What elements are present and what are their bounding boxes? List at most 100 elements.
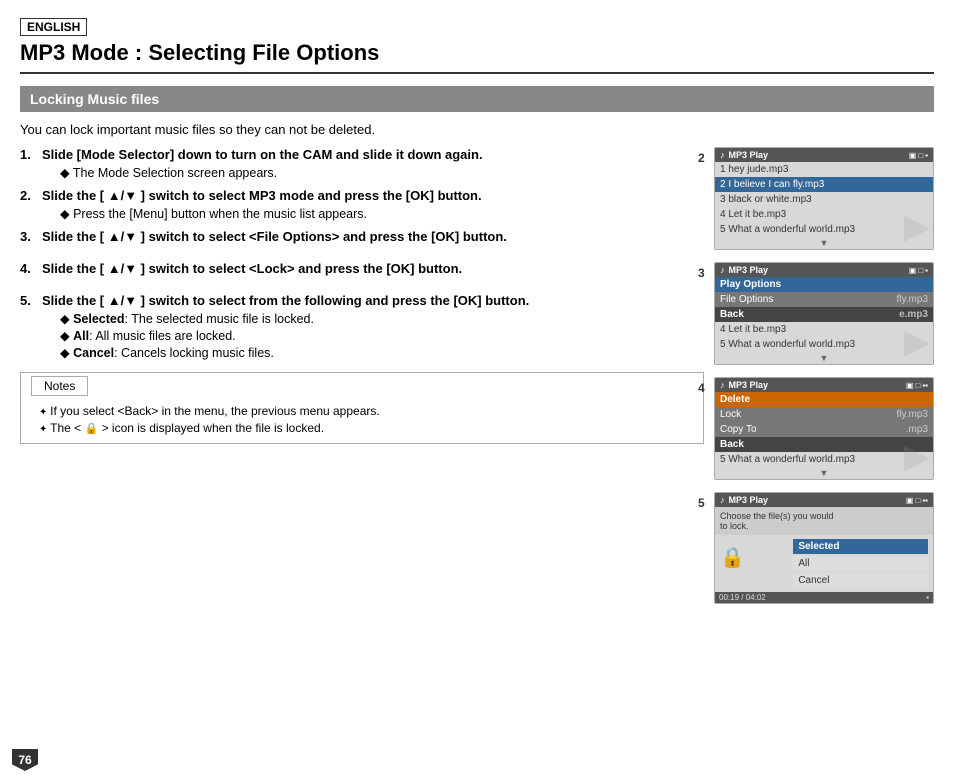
panel-5-number: 5 — [698, 496, 705, 510]
list-item: 5 What a wonderful world.mp3 — [715, 452, 933, 467]
timestamp-5: 00:19 / 04:02 ▪ — [715, 592, 933, 603]
step-1: 1. Slide [Mode Selector] down to turn on… — [20, 147, 704, 180]
section-header: Locking Music files — [20, 86, 934, 112]
file-options-item: File Optionsfly.mp3 — [715, 292, 933, 307]
step-1-content: Slide [Mode Selector] down to turn on th… — [42, 147, 704, 180]
notes-box: Notes If you select <Back> in the menu, … — [20, 372, 704, 444]
notes-item-2: The < 🔒 > icon is displayed when the fil… — [39, 421, 693, 435]
step-3-content: Slide the [ ▲/▼ ] switch to select <File… — [42, 229, 704, 247]
lock-icon-area: 🔒 — [720, 539, 787, 588]
delete-item: Delete — [715, 392, 933, 407]
step-2-bullet-1: Press the [Menu] button when the music l… — [60, 206, 704, 221]
panel-2-icons: ▣ □ ▪ — [909, 151, 928, 160]
lock-icon: 🔒 — [720, 539, 787, 570]
panel-4-number: 4 — [698, 381, 705, 395]
page-number-badge: 76 — [12, 749, 38, 771]
down-arrow-3: ▼ — [715, 352, 933, 364]
notes-item-1: If you select <Back> in the menu, the pr… — [39, 404, 693, 418]
music-note-icon-3: ♪ — [720, 265, 725, 275]
device-panel-2: ♪ MP3 Play ▣ □ ▪ 1 hey jude.mp3 2 I beli… — [714, 147, 934, 250]
step-5-title: Slide the [ ▲/▼ ] switch to select from … — [42, 293, 704, 308]
panel-3-title: ♪ MP3 Play — [720, 265, 768, 275]
lock-options: 🔒 Selected All Cancel — [715, 535, 933, 592]
step-5-content: Slide the [ ▲/▼ ] switch to select from … — [42, 293, 704, 360]
english-tag: ENGLISH — [20, 18, 87, 36]
copy-to-item: Copy To.mp3 — [715, 422, 933, 437]
step-4: 4. Slide the [ ▲/▼ ] switch to select <L… — [20, 261, 704, 279]
step-2-title: Slide the [ ▲/▼ ] switch to select MP3 m… — [42, 188, 704, 203]
panel-2-header: ♪ MP3 Play ▣ □ ▪ — [715, 148, 933, 162]
panel-3-number: 3 — [698, 266, 705, 280]
step-5-bullet-1: Selected: The selected music file is loc… — [60, 311, 704, 326]
content-area: 1. Slide [Mode Selector] down to turn on… — [20, 147, 934, 610]
list-item: 2 I believe I can fly.mp3 — [715, 177, 933, 192]
step-1-number: 1. — [20, 147, 38, 180]
panel-5-header: ♪ MP3 Play ▣ □ ▪▪ — [715, 493, 933, 507]
panel-5-inner: Choose the file(s) you wouldto lock. 🔒 S… — [715, 507, 933, 603]
panel-3-icons: ▣ □ ▪ — [909, 266, 928, 275]
panel-3-wrapper: 3 ♪ MP3 Play ▣ □ ▪ Play — [714, 262, 934, 365]
panel-3-header: ♪ MP3 Play ▣ □ ▪ — [715, 263, 933, 277]
step-3: 3. Slide the [ ▲/▼ ] switch to select <F… — [20, 229, 704, 247]
down-arrow-2: ▼ — [715, 237, 933, 249]
step-2: 2. Slide the [ ▲/▼ ] switch to select MP… — [20, 188, 704, 221]
page: ENGLISH MP3 Mode : Selecting File Option… — [0, 0, 954, 779]
right-column: 2 ♪ MP3 Play ▣ □ ▪ 1 he — [714, 147, 934, 610]
step-1-bullet-1: The Mode Selection screen appears. — [60, 165, 704, 180]
panel-2-title: ♪ MP3 Play — [720, 150, 768, 160]
list-item: 1 hey jude.mp3 — [715, 162, 933, 177]
panel-5-wrapper: 5 ♪ MP3 Play ▣ □ ▪▪ Choo — [714, 492, 934, 604]
all-item: All — [793, 556, 928, 571]
step-5-bullet-2: All: All music files are locked. — [60, 328, 704, 343]
notes-header: Notes — [31, 376, 88, 396]
list-item: 5 What a wonderful world.mp3 — [715, 337, 933, 352]
panel-3-inner: Play Options File Optionsfly.mp3 Backe.m… — [715, 277, 933, 364]
music-note-icon-5: ♪ — [720, 495, 725, 505]
panel-2-inner: 1 hey jude.mp3 2 I believe I can fly.mp3… — [715, 162, 933, 249]
list-item: 4 Let it be.mp3 — [715, 322, 933, 337]
intro-text: You can lock important music files so th… — [20, 122, 934, 137]
panel-5-icons: ▣ □ ▪▪ — [906, 496, 928, 505]
step-5: 5. Slide the [ ▲/▼ ] switch to select fr… — [20, 293, 704, 360]
step-2-content: Slide the [ ▲/▼ ] switch to select MP3 m… — [42, 188, 704, 221]
page-title: MP3 Mode : Selecting File Options — [20, 40, 934, 74]
step-4-title: Slide the [ ▲/▼ ] switch to select <Lock… — [42, 261, 704, 276]
step-2-number: 2. — [20, 188, 38, 221]
step-5-bullet-3: Cancel: Cancels locking music files. — [60, 345, 704, 360]
device-panel-5: ♪ MP3 Play ▣ □ ▪▪ Choose the file(s) you… — [714, 492, 934, 604]
music-note-icon-2: ♪ — [720, 150, 725, 160]
watermark-3: ▶ — [904, 322, 929, 360]
selected-item: Selected — [793, 539, 928, 554]
options-play-item: Play Options — [715, 277, 933, 292]
watermark-4: ▶ — [904, 437, 929, 475]
back-item-3: Backe.mp3 — [715, 307, 933, 322]
choose-text: Choose the file(s) you wouldto lock. — [715, 507, 933, 535]
device-panel-3: ♪ MP3 Play ▣ □ ▪ Play Options File Optio… — [714, 262, 934, 365]
panel-4-icons: ▣ □ ▪▪ — [906, 381, 928, 390]
panel-2-number: 2 — [698, 151, 705, 165]
cancel-item: Cancel — [793, 573, 928, 588]
list-item: 3 black or white.mp3 — [715, 192, 933, 207]
watermark-2: ▶ — [904, 207, 929, 245]
back-item-4: Back — [715, 437, 933, 452]
step-3-title: Slide the [ ▲/▼ ] switch to select <File… — [42, 229, 704, 244]
step-4-content: Slide the [ ▲/▼ ] switch to select <Lock… — [42, 261, 704, 279]
step-1-title: Slide [Mode Selector] down to turn on th… — [42, 147, 704, 162]
panel-2-wrapper: 2 ♪ MP3 Play ▣ □ ▪ 1 he — [714, 147, 934, 250]
step-3-number: 3. — [20, 229, 38, 247]
step-5-number: 5. — [20, 293, 38, 360]
list-item: 5 What a wonderful world.mp3 — [715, 222, 933, 237]
panel-5-title: ♪ MP3 Play — [720, 495, 768, 505]
panel-4-header: ♪ MP3 Play ▣ □ ▪▪ — [715, 378, 933, 392]
panel-4-title: ♪ MP3 Play — [720, 380, 768, 390]
list-item: 4 Let it be.mp3 — [715, 207, 933, 222]
panel-4-inner: Delete Lockfly.mp3 Copy To.mp3 Back 5 Wh… — [715, 392, 933, 479]
down-arrow-4: ▼ — [715, 467, 933, 479]
left-column: 1. Slide [Mode Selector] down to turn on… — [20, 147, 704, 610]
panel-4-wrapper: 4 ♪ MP3 Play ▣ □ ▪▪ Dele — [714, 377, 934, 480]
step-4-number: 4. — [20, 261, 38, 279]
lock-choices: Selected All Cancel — [793, 539, 928, 588]
device-panel-4: ♪ MP3 Play ▣ □ ▪▪ Delete Lockfly.mp3 — [714, 377, 934, 480]
music-note-icon-4: ♪ — [720, 380, 725, 390]
lock-item: Lockfly.mp3 — [715, 407, 933, 422]
